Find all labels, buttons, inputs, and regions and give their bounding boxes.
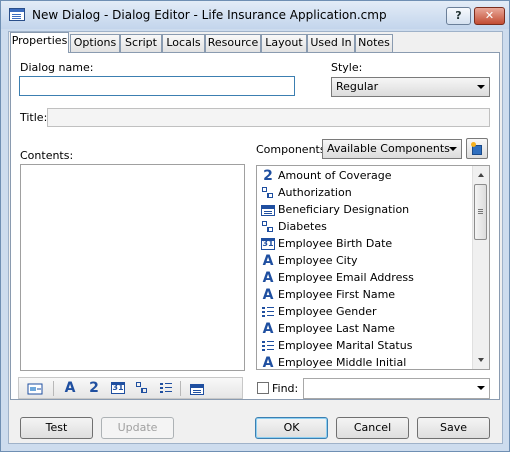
text-icon: A: [262, 287, 274, 303]
style-select-value: Regular: [336, 80, 379, 93]
save-button[interactable]: Save: [417, 417, 490, 439]
title-input[interactable]: [47, 108, 490, 127]
text-icon: A: [262, 355, 274, 370]
chevron-down-icon: [449, 147, 457, 151]
close-button[interactable]: ✕: [474, 7, 505, 25]
chevron-down-icon: [477, 386, 485, 390]
text-icon: A: [262, 270, 274, 286]
date-icon: 31: [261, 238, 275, 250]
tab-layout[interactable]: Layout: [261, 34, 307, 52]
list-glyph: [159, 381, 173, 395]
update-button[interactable]: Update: [101, 417, 174, 439]
tab-options[interactable]: Options: [70, 34, 120, 52]
scroll-thumb[interactable]: [474, 184, 487, 240]
list-item-label: Employee Gender: [278, 305, 377, 318]
title-bar[interactable]: New Dialog - Dialog Editor - Life Insura…: [1, 1, 509, 29]
list-item-label: Employee First Name: [278, 288, 396, 301]
tree-icon: [261, 220, 275, 234]
table-glyph: [190, 383, 204, 395]
text-icon: A: [262, 253, 274, 269]
find-label: Find:: [272, 382, 299, 395]
tab-locals[interactable]: Locals: [162, 34, 205, 52]
list-item-label: Amount of Coverage: [278, 169, 392, 182]
tree-icon[interactable]: [134, 381, 150, 396]
components-scrollbar[interactable]: [472, 166, 489, 369]
list-item[interactable]: 31 Employee Birth Date: [261, 235, 392, 252]
dialog-name-input[interactable]: [19, 76, 295, 96]
style-label: Style:: [331, 61, 363, 74]
tab-script[interactable]: Script: [120, 34, 162, 52]
toolbar-separator: [180, 381, 181, 396]
table-icon[interactable]: [189, 381, 205, 396]
list-item-label: Employee City: [278, 254, 358, 267]
components-list[interactable]: 2 Amount of Coverage Authorization Benefi…: [256, 165, 490, 370]
list-item[interactable]: Diabetes: [261, 218, 327, 235]
ok-button[interactable]: OK: [255, 417, 328, 439]
style-select[interactable]: Regular: [331, 77, 490, 97]
tab-resource[interactable]: Resource: [205, 34, 261, 52]
list-item[interactable]: A Employee First Name: [261, 286, 396, 303]
dialog-name-label: Dialog name:: [20, 61, 94, 74]
list-icon: [261, 305, 275, 319]
list-item[interactable]: A Employee Email Address: [261, 269, 414, 286]
insert-control-icon[interactable]: [27, 381, 43, 396]
list-item-label: Employee Birth Date: [278, 237, 393, 250]
list-item-label: Employee Last Name: [278, 322, 395, 335]
list-item-label: Employee Marital Status: [278, 339, 413, 352]
title-label: Title:: [20, 111, 48, 124]
number-icon: 2: [263, 168, 273, 184]
cancel-button[interactable]: Cancel: [336, 417, 409, 439]
list-item[interactable]: Authorization: [261, 184, 352, 201]
list-item[interactable]: Employee Gender: [261, 303, 377, 320]
list-icon: [261, 339, 275, 353]
test-button[interactable]: Test: [20, 417, 93, 439]
scroll-down-icon[interactable]: [478, 358, 484, 362]
text-icon[interactable]: A: [62, 381, 78, 396]
list-item-label: Employee Middle Initial: [278, 356, 407, 369]
components-filter-select[interactable]: Available Components: [322, 139, 462, 159]
tree-glyph: [135, 381, 149, 395]
list-item[interactable]: Beneficiary Designation: [261, 201, 409, 218]
tab-notes[interactable]: Notes: [355, 34, 393, 52]
contents-toolbar: A 2 31: [18, 377, 243, 399]
contents-label: Contents:: [20, 149, 74, 162]
table-icon: [261, 204, 275, 216]
toolbar-separator: [53, 381, 54, 396]
list-item[interactable]: A Employee City: [261, 252, 358, 269]
list-item-label: Employee Email Address: [278, 271, 414, 284]
tab-used-in[interactable]: Used In: [307, 34, 355, 52]
text-icon: A: [262, 321, 274, 337]
components-filter-value: Available Components: [327, 142, 450, 155]
list-item[interactable]: A Employee Middle Initial: [261, 354, 407, 370]
contents-list[interactable]: [20, 164, 245, 371]
date-icon[interactable]: 31: [110, 381, 126, 396]
help-button[interactable]: ?: [446, 7, 471, 25]
tab-properties[interactable]: Properties: [10, 32, 69, 53]
list-item[interactable]: 2 Amount of Coverage: [261, 167, 392, 184]
list-item-label: Diabetes: [278, 220, 327, 233]
list-item[interactable]: A Employee Last Name: [261, 320, 395, 337]
list-item-label: Beneficiary Designation: [278, 203, 410, 216]
list-item[interactable]: Employee Marital Status: [261, 337, 412, 354]
list-icon[interactable]: [158, 381, 174, 396]
find-input[interactable]: [303, 378, 490, 399]
add-component-button[interactable]: [466, 138, 488, 159]
find-checkbox[interactable]: [257, 382, 269, 394]
dialog-icon: [9, 8, 25, 21]
number-icon[interactable]: 2: [86, 381, 102, 396]
window-title: New Dialog - Dialog Editor - Life Insura…: [32, 8, 387, 22]
list-item-label: Authorization: [278, 186, 352, 199]
components-label: Components:: [256, 143, 330, 156]
chevron-down-icon: [477, 85, 485, 89]
scroll-up-icon[interactable]: [478, 173, 484, 177]
date-glyph: 31: [111, 382, 125, 394]
tree-icon: [261, 186, 275, 200]
